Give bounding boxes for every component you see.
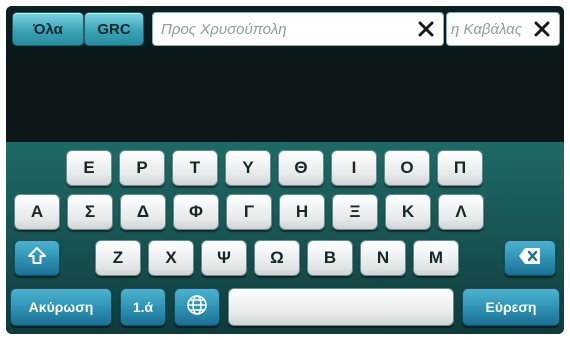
key-nu[interactable]: Ν	[360, 240, 406, 276]
search-bar: Όλα GRC Προς Χρυσούπολη η Καβάλας	[6, 6, 564, 56]
backspace-icon	[518, 247, 542, 270]
country-filter-label: GRC	[97, 20, 131, 38]
language-button[interactable]	[174, 288, 220, 326]
key-omicron[interactable]: Ο	[384, 150, 430, 186]
street-search-field[interactable]: Προς Χρυσούπολη	[152, 12, 444, 46]
key-gamma[interactable]: Γ	[226, 194, 272, 230]
backspace-key[interactable]	[504, 240, 556, 276]
city-search-field[interactable]: η Καβάλας	[446, 12, 560, 46]
key-psi[interactable]: Ψ	[201, 240, 247, 276]
key-zeta[interactable]: Ζ	[95, 240, 141, 276]
close-icon[interactable]	[531, 18, 553, 40]
filter-all-label: Όλα	[33, 20, 63, 38]
key-mu[interactable]: Μ	[413, 240, 459, 276]
key-epsilon[interactable]: Ε	[66, 150, 112, 186]
country-filter-button[interactable]: GRC	[84, 12, 144, 46]
key-xi[interactable]: Ξ	[332, 194, 378, 230]
space-bar[interactable]	[228, 288, 454, 326]
street-search-text: Προς Χρυσούπολη	[161, 20, 287, 38]
mode-switch-button[interactable]: 1.ά	[120, 288, 166, 326]
key-beta[interactable]: Β	[307, 240, 353, 276]
search-button[interactable]: Εύρεση	[462, 288, 560, 326]
key-upsilon[interactable]: Υ	[225, 150, 271, 186]
filter-all-button[interactable]: Όλα	[12, 12, 84, 46]
on-screen-keyboard: Ε Ρ Τ Υ Θ Ι Ο Π Α Σ Δ Φ Γ Η Ξ Κ Λ Ζ Χ Ψ …	[6, 142, 564, 334]
results-list	[6, 56, 564, 142]
globe-icon	[186, 294, 208, 321]
key-alpha[interactable]: Α	[14, 194, 60, 230]
key-omega[interactable]: Ω	[254, 240, 300, 276]
key-iota[interactable]: Ι	[331, 150, 377, 186]
key-chi[interactable]: Χ	[148, 240, 194, 276]
key-delta[interactable]: Δ	[120, 194, 166, 230]
key-sigma[interactable]: Σ	[67, 194, 113, 230]
shift-key[interactable]	[14, 240, 60, 276]
key-phi[interactable]: Φ	[173, 194, 219, 230]
key-tau[interactable]: Τ	[172, 150, 218, 186]
shift-icon	[27, 246, 47, 271]
key-pi[interactable]: Π	[437, 150, 483, 186]
close-icon[interactable]	[415, 18, 437, 40]
key-lambda[interactable]: Λ	[438, 194, 484, 230]
key-rho[interactable]: Ρ	[119, 150, 165, 186]
key-eta[interactable]: Η	[279, 194, 325, 230]
cancel-button[interactable]: Ακύρωση	[10, 288, 112, 326]
city-search-text: η Καβάλας	[451, 20, 523, 38]
navigation-search-screen: Όλα GRC Προς Χρυσούπολη η Καβάλας Ε Ρ Τ …	[6, 6, 564, 334]
key-kappa[interactable]: Κ	[385, 194, 431, 230]
key-theta[interactable]: Θ	[278, 150, 324, 186]
